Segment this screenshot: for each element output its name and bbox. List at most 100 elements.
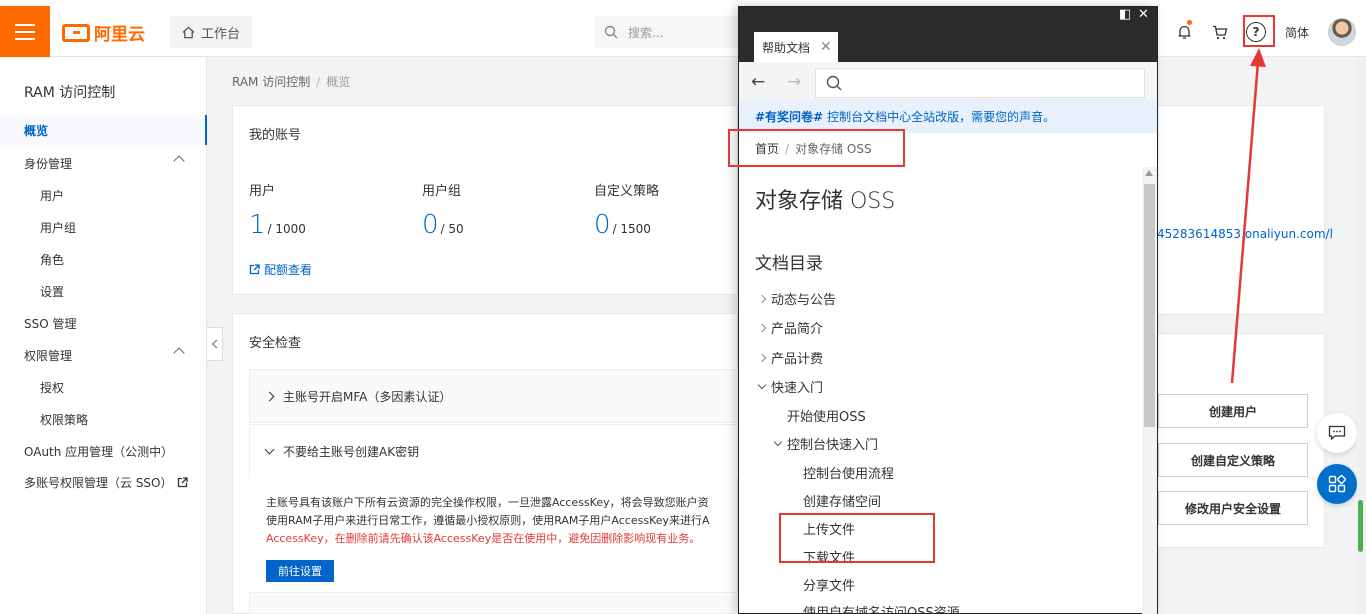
doc-heading: 对象存储 OSS xyxy=(755,189,896,214)
scroll-up-icon[interactable] xyxy=(1145,170,1153,176)
toc-label: 开始使用OSS xyxy=(787,410,866,425)
search-icon xyxy=(826,75,842,91)
create-policy-button[interactable]: 创建自定义策略 xyxy=(1158,443,1308,477)
workbench-label: 工作台 xyxy=(200,26,240,42)
sidebar-item-roles[interactable]: 角色 xyxy=(0,244,207,274)
breadcrumb-annotation-box xyxy=(728,129,905,167)
go-settings-button[interactable]: 前往设置 xyxy=(266,560,334,582)
toc-item-custom-domain[interactable]: 使用自有域名访问OSS资源 xyxy=(803,602,960,614)
create-user-button[interactable]: 创建用户 xyxy=(1158,394,1308,428)
search-input[interactable]: 搜索... xyxy=(594,16,744,48)
chevron-right-icon xyxy=(757,323,767,332)
security-item-next[interactable] xyxy=(249,592,749,614)
sidebar-item-oauth[interactable]: OAuth 应用管理（公测中） xyxy=(0,436,207,466)
security-item-label: 主账号开启MFA（多因素认证） xyxy=(283,389,452,404)
stat-policies[interactable]: 0/ 1500 xyxy=(594,210,651,240)
toc-item-console-quickstart[interactable]: 控制台快速入门 xyxy=(773,434,878,453)
sidebar-title: RAM 访问控制 xyxy=(24,85,116,101)
chevron-down-icon xyxy=(264,444,275,455)
aliyun-logo[interactable]: 阿里云 xyxy=(62,20,145,45)
cart-icon[interactable] xyxy=(1210,20,1230,44)
toc-item-create-bucket[interactable]: 创建存储空间 xyxy=(803,491,881,510)
back-arrow-icon[interactable]: ← xyxy=(751,72,765,92)
sidebar-item-policies[interactable]: 权限策略 xyxy=(0,404,207,434)
sidebar-item-identity[interactable]: 身份管理 xyxy=(0,148,207,178)
logo-text: 阿里云 xyxy=(94,25,145,45)
toc-item-getting-started[interactable]: 开始使用OSS xyxy=(787,406,866,425)
search-placeholder: 搜索... xyxy=(628,25,664,40)
sidebar-collapse-toggle[interactable] xyxy=(207,327,223,361)
sidebar-item-sso[interactable]: SSO 管理 xyxy=(0,308,207,338)
warning-text: AccessKey，在删除前请先确认该AccessKey是否在使用中，避免因删除… xyxy=(266,532,701,545)
toc-label: 使用自有域名访问OSS资源 xyxy=(803,606,960,614)
toc-label: 动态与公告 xyxy=(771,293,837,308)
menu-icon[interactable] xyxy=(0,6,50,57)
sidebar-item-label: 用户 xyxy=(40,188,65,203)
toc-item-quickstart[interactable]: 快速入门 xyxy=(757,377,824,396)
breadcrumb: RAM 访问控制 / 概览 xyxy=(232,75,351,89)
security-description: 主账号具有该账户下所有云资源的完全操作权限，一旦泄露AccessKey，将会导致… xyxy=(266,494,746,548)
description-line: 主账号具有该账户下所有云资源的完全操作权限，一旦泄露AccessKey，将会导致… xyxy=(266,496,709,509)
breadcrumb-root[interactable]: RAM 访问控制 xyxy=(232,75,310,89)
notice-text: 控制台文档中心全站改版，需要您的声音。 xyxy=(827,109,1056,124)
sidebar-item-users[interactable]: 用户 xyxy=(0,180,207,210)
top-bar: 阿里云 工作台 搜索... ? 简体 xyxy=(0,0,1366,57)
chevron-right-icon xyxy=(757,294,767,303)
apps-icon[interactable] xyxy=(1317,464,1357,504)
stat-users[interactable]: 1/ 1000 xyxy=(249,210,306,240)
survey-notice[interactable]: #有奖问卷# 控制台文档中心全站改版，需要您的声音。 xyxy=(739,99,1157,133)
avatar[interactable] xyxy=(1328,18,1356,46)
help-nav-bar: ← → xyxy=(739,62,1157,104)
help-scrollbar-thumb[interactable] xyxy=(1144,184,1155,427)
toc-label: 快速入门 xyxy=(771,381,824,396)
stat-limit: / 1500 xyxy=(612,222,651,236)
stat-groups[interactable]: 0/ 50 xyxy=(422,210,464,240)
description-line: 使用RAM子用户来进行日常工作，遵循最小授权原则，使用RAM子用户AccessK… xyxy=(266,514,710,527)
toc-label: 产品计费 xyxy=(771,352,824,367)
toc-item-news[interactable]: 动态与公告 xyxy=(757,289,837,308)
user-security-settings-button[interactable]: 修改用户安全设置 xyxy=(1158,491,1308,525)
tab-help-docs[interactable]: 帮助文档 ✕ xyxy=(754,32,838,62)
sidebar-item-label: 身份管理 xyxy=(24,156,73,171)
sidebar-item-permissions[interactable]: 权限管理 xyxy=(0,340,207,370)
page-scrollbar-thumb[interactable] xyxy=(1358,500,1363,552)
tab-close-icon[interactable]: ✕ xyxy=(820,39,832,55)
toc-item-console-flow[interactable]: 控制台使用流程 xyxy=(803,463,894,482)
workbench-button[interactable]: 工作台 xyxy=(170,16,252,48)
quota-link[interactable]: 配额查看 xyxy=(249,261,312,278)
stat-limit: / 1000 xyxy=(267,222,306,236)
sidebar-item-label: 用户组 xyxy=(40,220,77,235)
sidebar-item-label: OAuth 应用管理（公测中） xyxy=(24,444,174,459)
toc-item-share[interactable]: 分享文件 xyxy=(803,575,855,594)
sidebar-item-label: 概览 xyxy=(24,123,49,138)
notification-dot xyxy=(1187,20,1192,25)
sidebar-item-label: SSO 管理 xyxy=(24,316,77,331)
right-info-card xyxy=(1157,105,1325,315)
language-switch[interactable]: 简体 xyxy=(1282,20,1312,44)
sidebar-item-overview[interactable]: 概览 xyxy=(0,115,207,145)
upload-download-annotation-box xyxy=(779,513,935,563)
sidebar-item-settings[interactable]: 设置 xyxy=(0,276,207,306)
toc-item-intro[interactable]: 产品简介 xyxy=(757,318,823,337)
close-icon[interactable]: ✕ xyxy=(1138,8,1149,22)
security-item-mfa[interactable]: 主账号开启MFA（多因素认证） xyxy=(249,369,749,423)
logo-mark-icon xyxy=(62,23,90,42)
feedback-icon[interactable] xyxy=(1317,413,1357,453)
login-url[interactable]: 45283614853.onaliyun.com/l xyxy=(1157,227,1333,241)
dock-icon[interactable]: ◧ xyxy=(1119,8,1131,22)
help-titlebar: ◧ ✕ xyxy=(739,7,1157,24)
toc-item-pricing[interactable]: 产品计费 xyxy=(757,348,824,367)
help-annotation-box xyxy=(1243,15,1275,47)
sidebar-item-cloud-sso[interactable]: 多账号权限管理（云 SSO） xyxy=(0,467,207,497)
sidebar-item-label: 设置 xyxy=(40,284,65,299)
help-search-input[interactable] xyxy=(815,68,1145,98)
sidebar-item-groups[interactable]: 用户组 xyxy=(0,212,207,242)
sidebar-item-label: 权限策略 xyxy=(40,412,89,427)
forward-arrow-icon[interactable]: → xyxy=(787,72,801,92)
security-item-ak[interactable]: 不要给主账号创建AK密钥 xyxy=(249,424,749,478)
stat-value: 0 xyxy=(422,210,439,240)
sidebar-item-grants[interactable]: 授权 xyxy=(0,372,207,402)
sidebar-item-label: 授权 xyxy=(40,380,65,395)
notification-bell-icon[interactable] xyxy=(1174,20,1194,44)
chevron-left-icon xyxy=(211,339,218,349)
